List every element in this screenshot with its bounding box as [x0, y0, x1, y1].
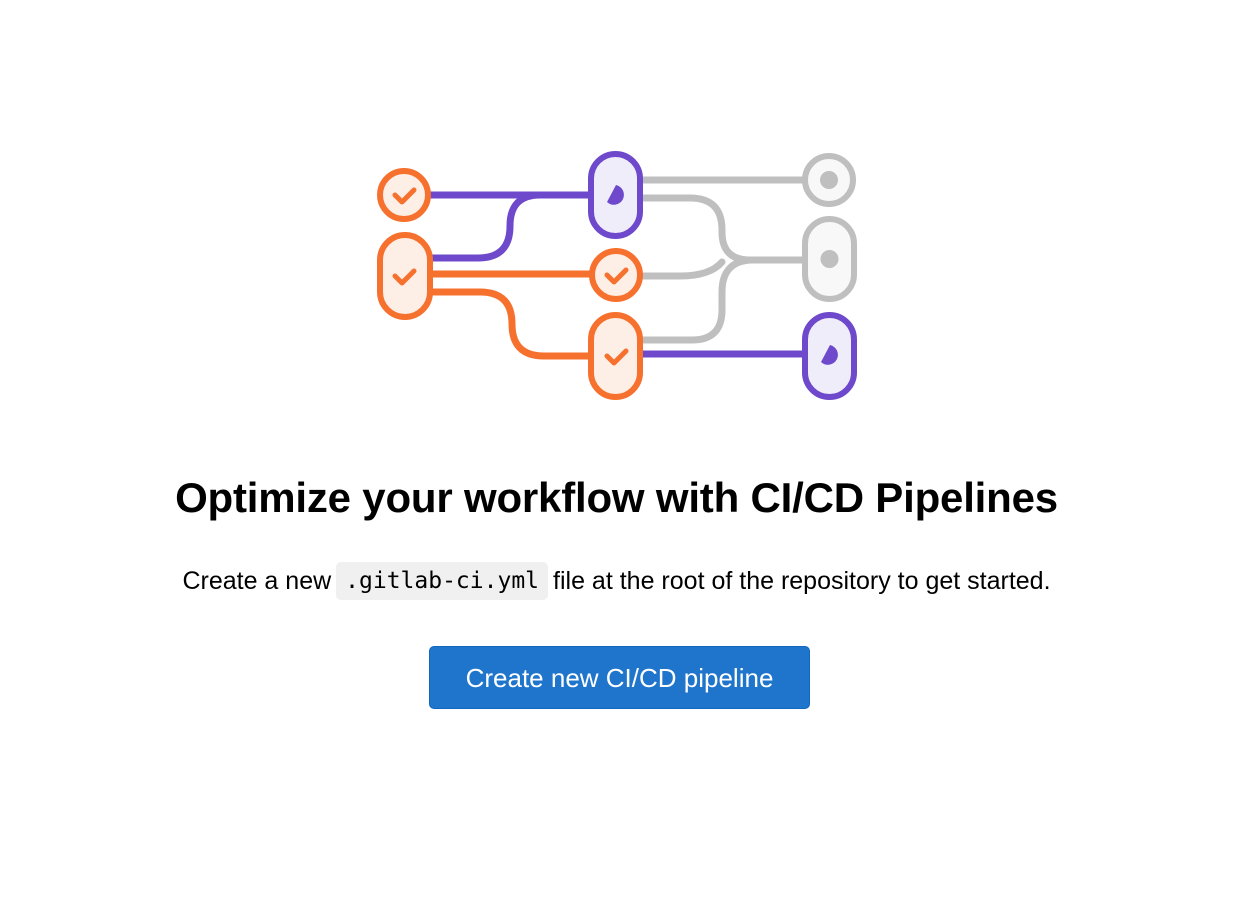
empty-state-title: Optimize your workflow with CI/CD Pipeli…: [175, 474, 1058, 521]
empty-state-description: Create a new .gitlab-ci.yml file at the ro…: [0, 561, 1233, 601]
pipeline-illustration: [377, 151, 857, 400]
success-job-node: [377, 232, 433, 320]
success-job-node: [589, 248, 643, 302]
pending-connectors: [636, 176, 809, 344]
create-pipeline-button[interactable]: Create new CI/CD pipeline: [429, 646, 810, 709]
pending-job-node: [802, 216, 857, 302]
pending-icon: [820, 250, 839, 268]
running-job-node: [588, 151, 643, 239]
success-job-node: [588, 312, 643, 400]
pending-icon: [820, 171, 838, 189]
description-text-before: Create a new: [182, 567, 332, 595]
running-job-node: [802, 312, 857, 400]
pending-job-node: [802, 153, 856, 207]
success-connectors: [426, 270, 594, 360]
success-job-node: [377, 168, 431, 222]
description-text-after: file at the root of the repository to ge…: [553, 567, 1051, 595]
gitlab-ci-filename: .gitlab-ci.yml: [336, 562, 549, 600]
pipelines-empty-state: Optimize your workflow with CI/CD Pipeli…: [0, 0, 1233, 904]
